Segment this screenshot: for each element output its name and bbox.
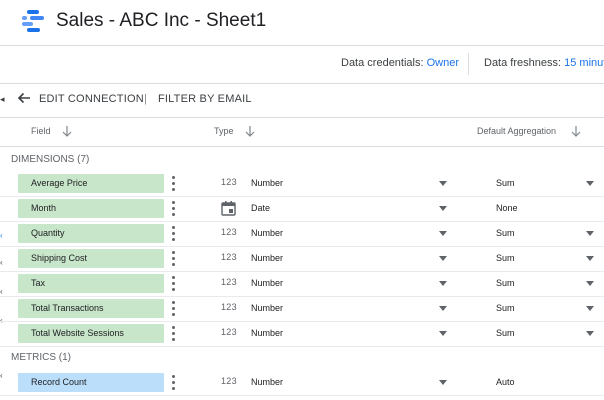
aggregation-select[interactable]: Sum [496, 178, 515, 188]
connection-info-bar: Data credentials: Owner Data freshness: … [0, 45, 604, 84]
number-type-icon: 123 [221, 227, 237, 237]
type-select[interactable]: Number [251, 328, 283, 338]
type-select[interactable]: Number [251, 303, 283, 313]
dropdown-arrow-icon[interactable] [439, 231, 447, 236]
dimensions-section-label: DIMENSIONS (7) [11, 154, 90, 165]
dropdown-arrow-icon[interactable] [439, 256, 447, 261]
table-row: Quantity 123 Number Sum [0, 221, 604, 247]
filter-by-email-button[interactable]: FILTER BY EMAIL [158, 93, 252, 105]
table-row: Average Price 123 Number Sum [0, 171, 604, 197]
type-select[interactable]: Number [251, 278, 283, 288]
more-options-icon[interactable] [171, 326, 176, 341]
sort-arrow-icon[interactable] [570, 124, 582, 138]
number-type-icon: 123 [221, 376, 237, 386]
connection-nav: ◂ EDIT CONNECTION | FILTER BY EMAIL [0, 83, 604, 118]
number-type-icon: 123 [221, 327, 237, 337]
aggregation-select[interactable]: Sum [496, 228, 515, 238]
collapse-left-icon[interactable]: ◂ [0, 94, 5, 105]
dimension-field-chip[interactable]: Shipping Cost [18, 249, 164, 268]
data-credentials: Data credentials: Owner [341, 57, 459, 69]
aggregation-select: Auto [496, 377, 515, 387]
dimension-field-chip[interactable]: Quantity [18, 224, 164, 243]
more-options-icon[interactable] [171, 176, 176, 191]
data-credentials-link[interactable]: Owner [427, 57, 459, 69]
type-select[interactable]: Number [251, 228, 283, 238]
calendar-icon [221, 201, 236, 216]
aggregation-select[interactable]: Sum [496, 253, 515, 263]
sort-arrow-icon[interactable] [244, 124, 256, 138]
table-row: Shipping Cost 123 Number Sum [0, 246, 604, 272]
data-freshness: Data freshness: 15 minute [484, 57, 604, 69]
nav-separator: | [144, 93, 148, 105]
table-row: Record Count 123 Number Auto [0, 370, 604, 396]
table-row: Tax 123 Number Sum [0, 271, 604, 297]
dropdown-arrow-icon[interactable] [586, 231, 594, 236]
number-type-icon: 123 [221, 302, 237, 312]
back-arrow-icon[interactable] [16, 90, 32, 106]
dropdown-arrow-icon[interactable] [439, 306, 447, 311]
page-title[interactable]: Sales - ABC Inc - Sheet1 [56, 10, 266, 32]
dropdown-arrow-icon[interactable] [439, 206, 447, 211]
data-freshness-link[interactable]: 15 minute [564, 57, 604, 69]
number-type-icon: 123 [221, 277, 237, 287]
type-select[interactable]: Date [251, 203, 270, 213]
type-select[interactable]: Number [251, 253, 283, 263]
dropdown-arrow-icon[interactable] [586, 281, 594, 286]
type-select[interactable]: Number [251, 377, 283, 387]
table-header: Field Type Default Aggregation [0, 117, 604, 147]
table-row: Total Transactions 123 Number Sum [0, 296, 604, 322]
app-header: Sales - ABC Inc - Sheet1 [0, 0, 604, 46]
dropdown-arrow-icon[interactable] [586, 306, 594, 311]
dropdown-arrow-icon[interactable] [586, 181, 594, 186]
more-options-icon[interactable] [171, 251, 176, 266]
divider [468, 53, 469, 75]
sort-arrow-icon[interactable] [61, 124, 73, 138]
dimension-field-chip[interactable]: Month [18, 199, 164, 218]
column-header-aggregation[interactable]: Default Aggregation [477, 126, 556, 136]
aggregation-select[interactable]: Sum [496, 328, 515, 338]
data-freshness-label: Data freshness: [484, 57, 562, 69]
table-row: Total Website Sessions 123 Number Sum [0, 321, 604, 347]
edit-connection-button[interactable]: EDIT CONNECTION [39, 93, 144, 105]
more-options-icon[interactable] [171, 201, 176, 216]
dropdown-arrow-icon[interactable] [439, 281, 447, 286]
column-header-type[interactable]: Type [214, 126, 234, 136]
dropdown-arrow-icon[interactable] [439, 380, 447, 385]
data-credentials-label: Data credentials: [341, 57, 424, 69]
data-studio-logo-icon[interactable] [20, 9, 46, 33]
more-options-icon[interactable] [171, 226, 176, 241]
dropdown-arrow-icon[interactable] [586, 331, 594, 336]
metrics-section-label: METRICS (1) [11, 352, 71, 363]
dimension-field-chip[interactable]: Total Website Sessions [18, 324, 164, 343]
dimension-field-chip[interactable]: Total Transactions [18, 299, 164, 318]
dropdown-arrow-icon[interactable] [439, 181, 447, 186]
number-type-icon: 123 [221, 252, 237, 262]
dimension-field-chip[interactable]: Average Price [18, 174, 164, 193]
dimension-field-chip[interactable]: Tax [18, 274, 164, 293]
aggregation-select: None [496, 203, 518, 213]
column-header-field[interactable]: Field [31, 126, 51, 136]
number-type-icon: 123 [221, 177, 237, 187]
dropdown-arrow-icon[interactable] [439, 331, 447, 336]
type-select[interactable]: Number [251, 178, 283, 188]
more-options-icon[interactable] [171, 301, 176, 316]
more-options-icon[interactable] [171, 276, 176, 291]
table-row: Month Date None [0, 196, 604, 222]
metric-field-chip[interactable]: Record Count [18, 373, 164, 392]
aggregation-select[interactable]: Sum [496, 278, 515, 288]
dropdown-arrow-icon[interactable] [586, 256, 594, 261]
more-options-icon[interactable] [171, 375, 176, 390]
aggregation-select[interactable]: Sum [496, 303, 515, 313]
